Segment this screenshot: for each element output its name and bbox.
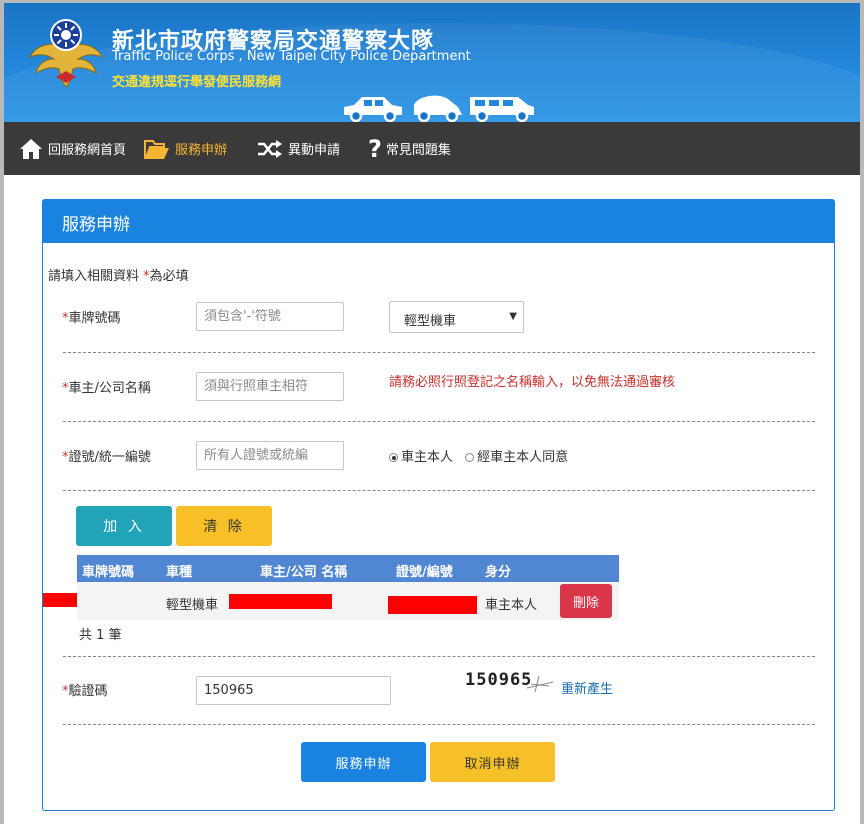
id-label: *證號/統一編號 — [62, 446, 151, 465]
captcha-input[interactable] — [196, 676, 391, 705]
cancel-button[interactable]: 取消申辦 — [430, 742, 555, 782]
row-type: 輕型機車 — [166, 598, 219, 613]
column-header-owner: 車主/公司 名稱 — [260, 565, 348, 580]
site-title-english: Traffic Police Corps , New Taipei City P… — [112, 49, 471, 64]
radio-consent-label: 經車主本人同意 — [477, 450, 569, 465]
radio-consent-button[interactable] — [465, 453, 475, 462]
nav-change[interactable]: 異動申請 — [257, 122, 340, 175]
instructions-suffix: 為必填 — [149, 269, 189, 284]
main-nav: 回服務網首頁 服務申辦 異動申請 ? 常見問題集 — [4, 122, 860, 175]
nav-change-label: 異動申請 — [288, 143, 341, 158]
owner-input[interactable] — [196, 372, 344, 401]
nav-faq-label: 常見問題集 — [385, 143, 451, 158]
shuffle-icon — [258, 139, 282, 158]
radio-self[interactable]: 車主本人 — [389, 450, 453, 465]
radio-self-button[interactable] — [389, 453, 398, 462]
captcha-image: 150965 — [465, 670, 555, 696]
nav-home[interactable]: 回服務網首頁 — [19, 122, 126, 175]
plate-input[interactable] — [196, 302, 344, 331]
identity-radio-group: 車主本人 經車主本人同意 — [389, 446, 568, 465]
plate-label-text: 車牌號碼 — [68, 311, 121, 326]
clear-button[interactable]: 清 除 — [176, 506, 272, 546]
vehicle-type-select[interactable]: 輕型機車 ▼ — [389, 301, 524, 333]
browser-frame: 新北市政府警察局交通警察大隊 Traffic Police Corps , Ne… — [0, 0, 864, 824]
form-instructions: 請填入相關資料 *為必填 — [48, 265, 189, 284]
site-header: 新北市政府警察局交通警察大隊 Traffic Police Corps , Ne… — [4, 3, 860, 122]
owner-label-text: 車主/公司名稱 — [68, 381, 151, 396]
captcha-noise-icon — [526, 675, 554, 693]
column-header-plate: 車牌號碼 — [82, 565, 135, 580]
divider — [63, 421, 815, 422]
dropdown-arrow-icon: ▼ — [509, 311, 517, 322]
redacted-id — [388, 596, 477, 614]
captcha-label: *驗證碼 — [62, 680, 108, 699]
plate-label: *車牌號碼 — [62, 307, 121, 326]
owner-warning: 請務必照行照登記之名稱輸入，以免無法通過審核 — [389, 375, 676, 390]
row-identity: 車主本人 — [485, 598, 538, 613]
delete-button[interactable]: 刪除 — [560, 584, 612, 618]
add-button[interactable]: 加 入 — [76, 506, 172, 546]
submit-button[interactable]: 服務申辦 — [301, 742, 426, 782]
radio-self-label: 車主本人 — [401, 450, 454, 465]
divider — [63, 656, 815, 657]
vehicle-type-value: 輕型機車 — [404, 314, 457, 329]
column-header-type: 車種 — [166, 565, 193, 580]
nav-faq[interactable]: ? 常見問題集 — [368, 122, 451, 175]
instructions-text: 請填入相關資料 — [48, 269, 144, 284]
folder-open-icon — [144, 139, 169, 159]
divider — [63, 490, 815, 491]
column-header-identity: 身分 — [485, 565, 512, 580]
divider — [63, 352, 815, 353]
table-header: 車牌號碼 車種 車主/公司 名稱 證號/編號 身分 — [77, 555, 619, 582]
radio-consent[interactable]: 經車主本人同意 — [465, 450, 568, 465]
regenerate-captcha-link[interactable]: 重新產生 — [561, 678, 613, 697]
police-emblem-icon — [28, 19, 104, 88]
id-label-text: 證號/統一編號 — [68, 450, 151, 465]
nav-home-label: 回服務網首頁 — [48, 143, 127, 158]
captcha-label-text: 驗證碼 — [68, 684, 108, 699]
question-icon: ? — [368, 134, 382, 163]
column-header-id: 證號/編號 — [396, 565, 453, 580]
nav-service[interactable]: 服務申辦 — [144, 122, 227, 175]
total-count: 共 1 筆 — [79, 628, 122, 643]
redacted-owner — [229, 594, 332, 609]
captcha-image-text: 150965 — [465, 670, 533, 690]
divider — [63, 724, 815, 725]
site-subtitle: 交通違規逕行舉發便民服務網 — [112, 75, 282, 90]
cars-illustration-icon — [344, 95, 534, 122]
home-icon — [20, 138, 42, 159]
owner-label: *車主/公司名稱 — [62, 377, 151, 396]
panel-title: 服務申辦 — [43, 200, 834, 243]
nav-service-label: 服務申辦 — [175, 143, 228, 158]
id-input[interactable] — [196, 441, 344, 470]
table-row: 輕型機車 車主本人 — [77, 582, 619, 620]
service-panel: 服務申辦 請填入相關資料 *為必填 *車牌號碼 輕型機車 ▼ *車主/公司名稱 … — [42, 199, 835, 811]
